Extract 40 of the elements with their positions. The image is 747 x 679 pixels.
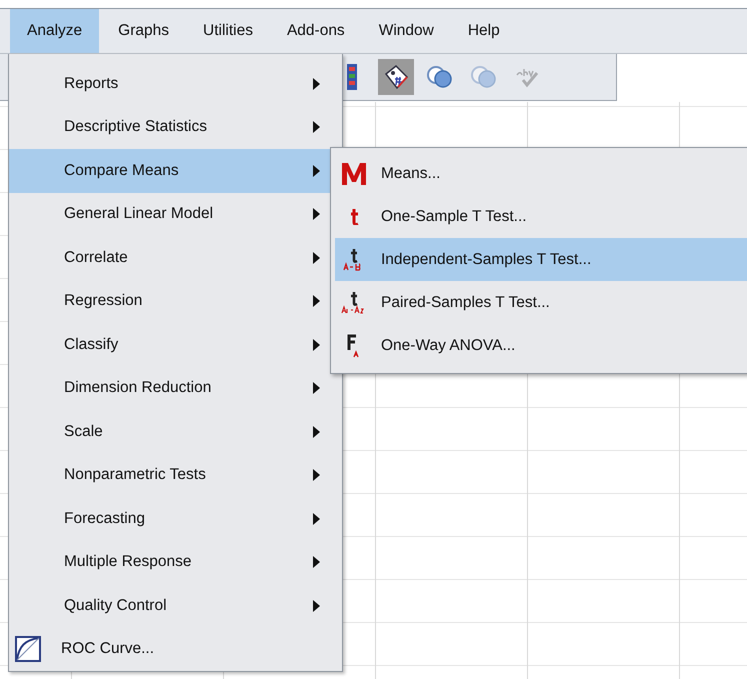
submenu-arrow-icon: [312, 295, 320, 308]
menu-item[interactable]: Dimension Reduction: [9, 366, 342, 410]
curve-chart-icon: [15, 636, 41, 662]
menu-title[interactable]: Help: [450, 9, 517, 53]
menu-title[interactable]: Window: [362, 9, 451, 53]
menu-title[interactable]: Utilities: [186, 9, 270, 53]
submenu-arrow-icon: [312, 600, 320, 612]
menu-item[interactable]: Multiple Response: [9, 540, 342, 584]
submenu-arrow-icon: [312, 426, 320, 438]
toolbar-button[interactable]: [378, 59, 414, 95]
submenu-arrow-icon: [312, 208, 320, 220]
submenu-arrow-icon: [312, 382, 320, 394]
menu-item[interactable]: ROC Curve...: [9, 628, 342, 671]
menu-title[interactable]: Add-ons: [270, 9, 362, 53]
menu-item[interactable]: One-Way ANOVA...: [335, 324, 747, 367]
submenu-arrow-icon: [312, 164, 320, 177]
circles-icon: [426, 64, 454, 90]
submenu-arrow-icon: [312, 78, 320, 90]
submenu-arrow-icon: [312, 512, 320, 525]
menu-item[interactable]: Nonparametric Tests: [9, 454, 342, 497]
menu-item[interactable]: One-Sample T Test...: [335, 195, 747, 238]
submenu-arrow-icon: [312, 469, 320, 482]
menu-item[interactable]: Independent-Samples T Test...: [335, 238, 747, 281]
menu-item[interactable]: Scale: [9, 410, 342, 454]
menu-title[interactable]: Graphs: [101, 9, 186, 53]
submenu-arrow-icon: [312, 121, 320, 134]
circles-icon: [470, 64, 498, 90]
menu-item[interactable]: Forecasting: [9, 497, 342, 540]
submenu-arrow-icon: [312, 556, 320, 568]
submenu-arrow-icon: [312, 338, 320, 351]
letter-m-icon: [341, 162, 367, 186]
t-symbol-icon: [350, 208, 359, 225]
menu-title[interactable]: Analyze: [10, 9, 100, 53]
menu-item[interactable]: Quality Control: [9, 584, 342, 628]
submenu-arrow-icon: [312, 252, 320, 264]
tag-icon: [383, 64, 409, 90]
grid-icon: [347, 64, 357, 90]
menu-item[interactable]: Paired-Samples T Test...: [335, 281, 747, 324]
menu-item[interactable]: Reports: [9, 62, 342, 106]
menu-item[interactable]: Descriptive Statistics: [9, 106, 342, 149]
